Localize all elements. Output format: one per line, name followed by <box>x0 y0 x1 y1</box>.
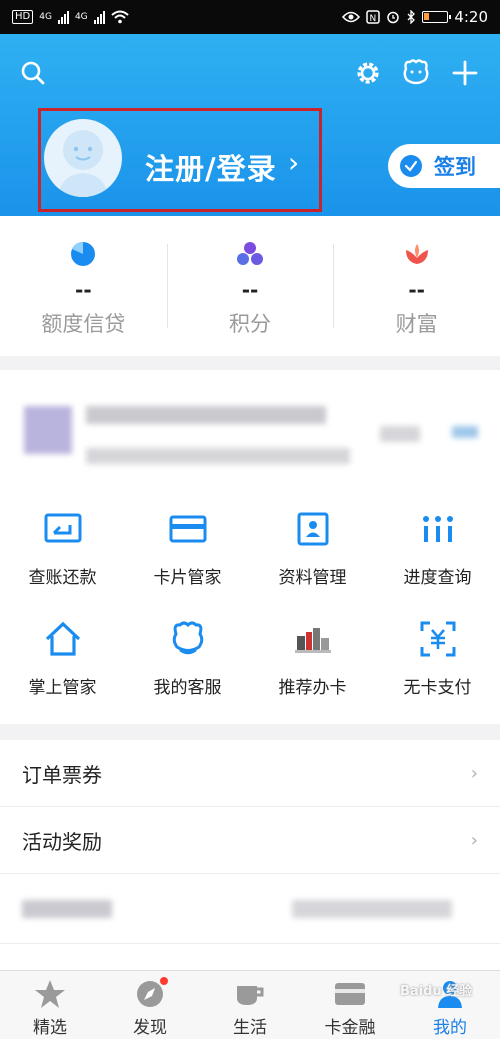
tab-label: 卡金融 <box>324 1018 376 1038</box>
stat-label: 积分 <box>229 312 271 336</box>
stat-label: 财富 <box>395 312 438 336</box>
nfc-icon: N <box>366 10 381 24</box>
grid-label: 无卡支付 <box>403 678 472 698</box>
mascot-service-icon[interactable] <box>399 56 433 90</box>
home-icon <box>43 619 83 659</box>
blurred-subtitle <box>86 448 350 464</box>
check-in-label: 签到 <box>434 155 476 179</box>
clock-time: 4:20 <box>454 8 488 26</box>
grid-label: 掌上管家 <box>28 678 97 698</box>
signal-icon-2 <box>93 10 105 24</box>
status-bar: HD 4G 4G N 4:20 <box>0 0 500 34</box>
grid-item-bill-repay[interactable]: 查账还款 <box>0 509 125 619</box>
chevron-right-icon: › <box>470 762 478 784</box>
grid-item-profile[interactable]: 资料管理 <box>250 509 375 619</box>
tab-featured[interactable]: 精选 <box>0 971 100 1039</box>
blurred-title <box>86 406 326 424</box>
grid-label: 查账还款 <box>28 568 97 588</box>
card-tab-icon <box>333 977 367 1011</box>
chevron-right-icon: › <box>288 146 300 179</box>
tab-label: 精选 <box>33 1018 67 1038</box>
stat-value: -- <box>241 278 259 302</box>
star-icon <box>33 977 67 1011</box>
baidu-watermark: Baidu 经验 <box>400 984 473 999</box>
menu-list: 订单票券 › 活动奖励 › 安全 <box>0 740 500 984</box>
list-item-blurred[interactable] <box>0 874 500 944</box>
grid-item-scan-pay[interactable]: 无卡支付 <box>375 619 500 729</box>
add-plus-icon[interactable] <box>448 56 482 90</box>
stat-label: 额度信贷 <box>41 312 126 336</box>
tab-life[interactable]: 生活 <box>200 971 300 1039</box>
grid-label: 资料管理 <box>278 568 347 588</box>
scan-pay-icon <box>418 619 458 659</box>
grid-item-customer-service[interactable]: 我的客服 <box>125 619 250 729</box>
search-icon[interactable] <box>16 56 50 90</box>
lotus-icon <box>405 244 428 264</box>
network-type-2: 4G <box>74 11 88 22</box>
hd-indicator: HD <box>12 10 34 24</box>
grid-item-card-manager[interactable]: 卡片管家 <box>125 509 250 619</box>
list-label: 订单票券 <box>22 762 102 787</box>
profile-icon <box>293 509 333 549</box>
bluetooth-icon <box>407 10 416 24</box>
tab-label: 发现 <box>133 1018 167 1038</box>
pie-icon <box>71 241 96 266</box>
grid-label: 进度查询 <box>403 568 472 588</box>
tab-label: 我的 <box>433 1018 467 1038</box>
progress-icon <box>418 509 458 549</box>
cup-icon <box>233 977 267 1011</box>
grid-label: 我的客服 <box>153 678 222 698</box>
check-in-button[interactable]: 签到 <box>388 144 500 188</box>
recommend-card-icon <box>293 619 333 659</box>
stat-points[interactable]: -- 积分 <box>166 216 334 356</box>
stat-wealth[interactable]: -- 财富 <box>333 216 500 356</box>
stat-value: -- <box>408 278 425 302</box>
login-register-link[interactable]: 注册/登录 <box>145 146 277 188</box>
blurred-thumbnail <box>24 406 72 454</box>
notification-dot <box>160 977 168 985</box>
card-icon <box>168 509 208 549</box>
list-item-activity-rewards[interactable]: 活动奖励 › <box>0 807 500 874</box>
bill-repay-icon <box>43 509 83 549</box>
grid-item-home[interactable]: 掌上管家 <box>0 619 125 729</box>
signal-icon <box>57 10 69 24</box>
stats-panel: -- 额度信贷 -- 积分 -- 财富 <box>0 216 500 356</box>
svg-text:N: N <box>370 14 377 24</box>
network-type-1: 4G <box>39 11 52 22</box>
blurred-badge <box>452 426 478 438</box>
settings-gear-icon[interactable] <box>351 56 385 90</box>
tab-card-finance[interactable]: 卡金融 <box>300 971 400 1039</box>
function-grid: 查账还款 卡片管家 资料管理 进度查询 掌上管家 我的客服 推荐办卡 无卡支付 <box>0 495 500 724</box>
blurred-value <box>292 900 452 918</box>
stat-value: -- <box>75 278 92 302</box>
grid-item-recommend-card[interactable]: 推荐办卡 <box>250 619 375 729</box>
alarm-icon <box>387 11 400 24</box>
grid-label: 卡片管家 <box>153 568 222 588</box>
tab-label: 生活 <box>233 1018 267 1038</box>
grid-item-progress[interactable]: 进度查询 <box>375 509 500 619</box>
list-label: 活动奖励 <box>22 829 102 854</box>
tab-discover[interactable]: 发现 <box>100 971 200 1039</box>
list-item-orders-tickets[interactable]: 订单票券 › <box>0 740 500 807</box>
chevron-right-icon: › <box>470 829 478 851</box>
blurred-label <box>22 900 112 918</box>
stat-credit[interactable]: -- 额度信贷 <box>0 216 167 356</box>
checkmark-icon <box>400 155 422 177</box>
customer-service-icon <box>168 619 208 659</box>
battery-icon <box>422 11 452 23</box>
blurred-tag <box>380 426 420 442</box>
wifi-icon <box>110 10 129 24</box>
eye-icon <box>342 11 361 23</box>
profile-header: 注册/登录 › 签到 <box>0 34 500 216</box>
three-circles-icon <box>237 242 263 265</box>
promo-banner-blurred[interactable] <box>0 370 500 495</box>
grid-label: 推荐办卡 <box>278 678 347 698</box>
